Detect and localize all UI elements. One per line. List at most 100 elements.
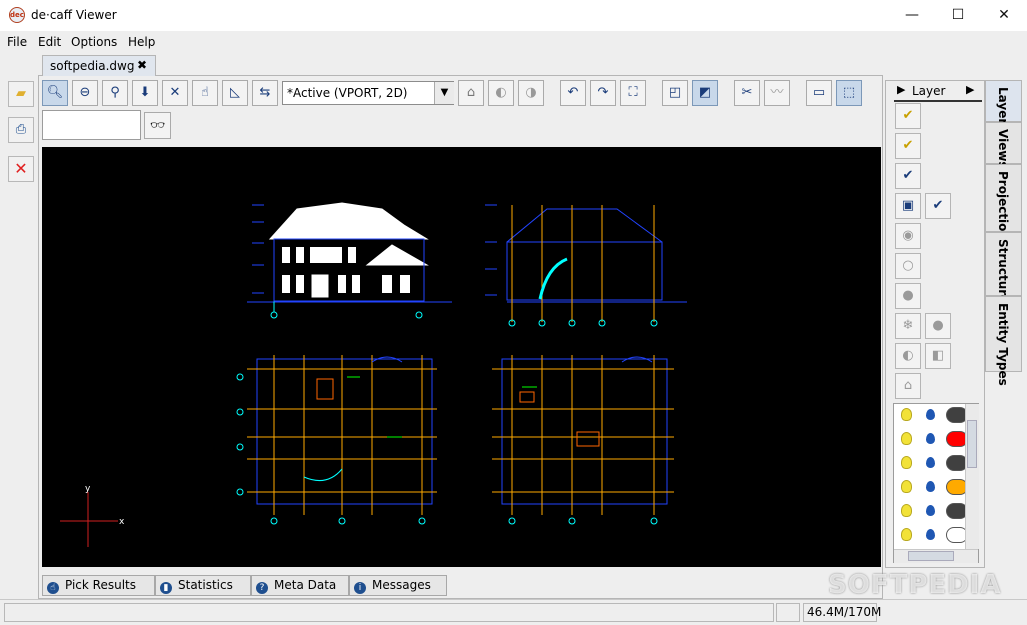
- highlight-mode-button[interactable]: ◩: [692, 80, 718, 106]
- floor-plan-upper: [492, 355, 674, 525]
- close-document-button[interactable]: ✕: [8, 156, 34, 182]
- color-drop-icon: [926, 457, 935, 468]
- pan-down-button[interactable]: ⬇: [132, 80, 158, 106]
- layer-select-button[interactable]: ▣: [895, 193, 921, 219]
- list-item[interactable]: [894, 524, 968, 548]
- expand-arrow-icon[interactable]: ▶: [966, 83, 974, 96]
- next-view-button[interactable]: ◑: [518, 80, 544, 106]
- fit-view-button[interactable]: ⛶: [620, 80, 646, 106]
- layer-freeze-button[interactable]: ❄: [895, 313, 921, 339]
- magnifier-icon: ⚲: [110, 85, 120, 100]
- close-tab-icon[interactable]: ✖: [137, 58, 147, 72]
- snap-button[interactable]: 〰: [764, 80, 790, 106]
- rotate-right-button[interactable]: ↷: [590, 80, 616, 106]
- layer-off-button[interactable]: ●: [895, 283, 921, 309]
- zoom-button[interactable]: ⚲: [102, 80, 128, 106]
- home-icon: ⌂: [903, 378, 913, 393]
- close-window-button[interactable]: ✕: [981, 0, 1027, 31]
- list-item[interactable]: [894, 428, 968, 452]
- rotate-right-icon: ↷: [597, 85, 609, 100]
- menu-options[interactable]: Options: [71, 35, 117, 49]
- binoculars-icon: 👓︎: [149, 118, 166, 132]
- color-drop-icon: [926, 409, 935, 420]
- double-checkmark-icon: ✔: [902, 138, 914, 153]
- window-title: de·caff Viewer: [31, 8, 117, 22]
- layer-list-horizontal-scrollbar[interactable]: [894, 549, 978, 563]
- zoom-out-button[interactable]: ⊖: [72, 80, 98, 106]
- lightbulb-icon: [901, 480, 912, 493]
- circle-right-icon: ◑: [525, 85, 537, 100]
- layer-panel-title: Layer: [912, 84, 946, 98]
- paper-space-button[interactable]: ▭: [806, 80, 832, 106]
- axis-x-label: x: [119, 517, 125, 527]
- rotate-left-button[interactable]: ↶: [560, 80, 586, 106]
- layer-compare-button[interactable]: ◧: [925, 343, 951, 369]
- layer-list-vertical-scrollbar[interactable]: [965, 404, 979, 549]
- zoom-window-button[interactable]: 🔍︎: [42, 80, 68, 106]
- red-x-icon: ✕: [14, 159, 28, 178]
- floor-plan-ground: [236, 355, 437, 525]
- select-mode-button[interactable]: ◰: [662, 80, 688, 106]
- layer-half-button[interactable]: ◐: [895, 343, 921, 369]
- scroll-thumb[interactable]: [967, 420, 977, 468]
- find-button[interactable]: 👓︎: [144, 112, 171, 139]
- list-item[interactable]: [894, 452, 968, 476]
- side-tab-entity-types[interactable]: Entity Types: [985, 296, 1022, 386]
- drawing-canvas[interactable]: y x: [42, 147, 881, 567]
- tab-statistics[interactable]: ▮ Statistics: [155, 575, 251, 596]
- tab-messages[interactable]: i Messages: [349, 575, 447, 596]
- layer-invert-button[interactable]: ✔: [925, 193, 951, 219]
- menu-help[interactable]: Help: [128, 35, 155, 49]
- ucs-axis-icon: y x: [60, 484, 125, 547]
- list-item[interactable]: [894, 476, 968, 500]
- measure-button[interactable]: ◺: [222, 80, 248, 106]
- layer-home-button[interactable]: ⌂: [895, 373, 921, 399]
- snowflake-icon: ❄: [902, 318, 914, 333]
- layer-select-icon: ▣: [901, 198, 915, 213]
- lightbulb-on-icon: ○: [902, 258, 914, 273]
- search-input[interactable]: [42, 110, 141, 140]
- tab-meta-data[interactable]: ? Meta Data: [251, 575, 349, 596]
- pick-button[interactable]: ☝: [192, 80, 218, 106]
- minimize-button[interactable]: —: [889, 0, 935, 31]
- side-tab-projection[interactable]: Projection: [985, 164, 1022, 240]
- menu-edit[interactable]: Edit: [38, 35, 61, 49]
- side-tab-views[interactable]: Views: [985, 122, 1022, 169]
- color-drop-icon: [926, 433, 935, 444]
- side-tab-structure[interactable]: Structure: [985, 232, 1022, 303]
- fit-frame-icon: ⛶: [628, 85, 638, 100]
- lightbulb-off-icon: ●: [902, 288, 914, 303]
- hand-pointer-icon: ☝: [201, 85, 209, 100]
- print-button[interactable]: ⎙: [8, 117, 34, 143]
- redraw-button[interactable]: ⇆: [252, 80, 278, 106]
- layer-toggle-button[interactable]: ✔: [895, 163, 921, 189]
- open-file-button[interactable]: ▰: [8, 81, 34, 107]
- maximize-button[interactable]: ☐: [935, 0, 981, 31]
- layer-check-button[interactable]: ✔: [895, 103, 921, 129]
- menu-file[interactable]: File: [7, 35, 27, 49]
- document-tab[interactable]: softpedia.dwg ✖: [42, 55, 156, 76]
- layer-color-button[interactable]: ●: [925, 313, 951, 339]
- view-select[interactable]: *Active (VPORT, 2D) ▼: [282, 81, 454, 105]
- color-drop-icon: [926, 529, 935, 540]
- list-item[interactable]: [894, 404, 968, 428]
- cube-icon: ⬚: [842, 85, 856, 100]
- home-icon: ⌂: [466, 85, 476, 100]
- lightbulb-icon: [901, 504, 912, 517]
- model-space-button[interactable]: ⬚: [836, 80, 862, 106]
- compare-icon: ◧: [931, 348, 945, 363]
- layer-visibility-button[interactable]: ◉: [895, 223, 921, 249]
- clip-button[interactable]: ✂: [734, 80, 760, 106]
- watermark-text: SOFTPEDIA: [828, 570, 1002, 600]
- layer-check-all-button[interactable]: ✔: [895, 133, 921, 159]
- side-tab-layer[interactable]: Layer: [985, 80, 1022, 124]
- tab-pick-results[interactable]: ☝ Pick Results: [42, 575, 155, 596]
- scroll-thumb[interactable]: [908, 551, 954, 561]
- zoom-extents-button[interactable]: ✕: [162, 80, 188, 106]
- chevron-down-icon[interactable]: ▼: [434, 82, 454, 104]
- home-view-button[interactable]: ⌂: [458, 80, 484, 106]
- list-item[interactable]: [894, 500, 968, 524]
- previous-view-button[interactable]: ◐: [488, 80, 514, 106]
- collapse-arrow-icon[interactable]: ▶: [897, 83, 905, 96]
- layer-on-button[interactable]: ○: [895, 253, 921, 279]
